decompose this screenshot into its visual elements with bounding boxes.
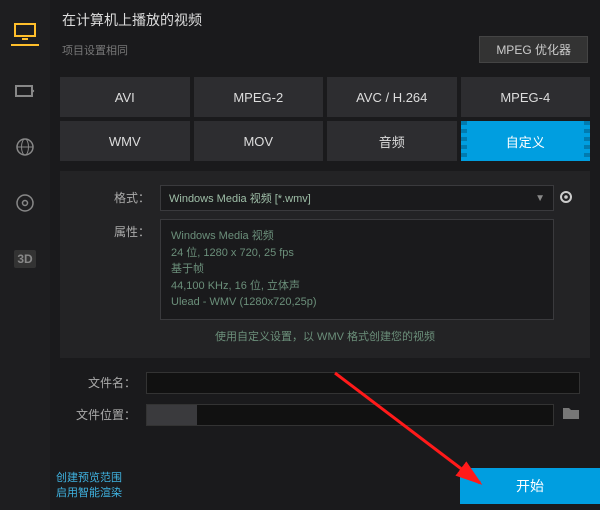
tab-avi[interactable]: AVI bbox=[60, 77, 190, 117]
sidebar-item-computer[interactable] bbox=[11, 24, 39, 46]
disc-icon bbox=[15, 193, 35, 213]
browse-folder-button[interactable] bbox=[562, 406, 580, 423]
sidebar-item-web[interactable] bbox=[11, 136, 39, 158]
footer-opt-smartrender[interactable]: 启用智能渲染 bbox=[56, 486, 122, 501]
folder-icon bbox=[562, 406, 580, 420]
filelocation-label: 文件位置： bbox=[70, 406, 146, 423]
filename-input[interactable] bbox=[146, 372, 580, 394]
format-select-value: Windows Media 视频 [*.wmv] bbox=[169, 190, 535, 206]
header: 在计算机上播放的视频 项目设置相同 MPEG 优化器 bbox=[50, 0, 600, 77]
mpeg-optimizer-button[interactable]: MPEG 优化器 bbox=[479, 36, 588, 63]
file-section: 文件名： 文件位置： bbox=[50, 368, 600, 442]
filename-label: 文件名： bbox=[70, 374, 146, 391]
panel-hint: 使用自定义设置，以 WMV 格式创建您的视频 bbox=[72, 328, 578, 344]
tab-custom[interactable]: 自定义 bbox=[461, 121, 591, 161]
filelocation-input[interactable] bbox=[146, 404, 554, 426]
format-label: 格式： bbox=[72, 185, 160, 206]
tab-wmv[interactable]: WMV bbox=[60, 121, 190, 161]
sidebar-item-3d[interactable]: 3D bbox=[11, 248, 39, 270]
main-panel: 在计算机上播放的视频 项目设置相同 MPEG 优化器 AVI MPEG-2 AV… bbox=[50, 0, 600, 510]
sidebar-item-device[interactable] bbox=[11, 80, 39, 102]
header-subtitle: 项目设置相同 bbox=[62, 42, 128, 58]
tab-avc[interactable]: AVC / H.264 bbox=[327, 77, 457, 117]
dropdown-arrow-icon: ▼ bbox=[535, 193, 545, 204]
tab-mpeg4[interactable]: MPEG-4 bbox=[461, 77, 591, 117]
3d-icon: 3D bbox=[14, 250, 35, 268]
phone-icon bbox=[14, 82, 36, 100]
sidebar: 3D bbox=[0, 0, 50, 510]
tab-audio[interactable]: 音频 bbox=[327, 121, 457, 161]
footer-options: 创建预览范围 启用智能渲染 bbox=[56, 471, 122, 502]
page-title: 在计算机上播放的视频 bbox=[62, 10, 588, 30]
attributes-label: 属性： bbox=[72, 219, 160, 240]
monitor-icon bbox=[13, 22, 37, 42]
sidebar-item-disc[interactable] bbox=[11, 192, 39, 214]
tab-mpeg2[interactable]: MPEG-2 bbox=[194, 77, 324, 117]
start-button[interactable]: 开始 bbox=[460, 468, 600, 504]
attributes-box: Windows Media 视频 24 位, 1280 x 720, 25 fp… bbox=[160, 219, 554, 320]
globe-icon bbox=[15, 137, 35, 157]
gear-icon bbox=[558, 189, 574, 205]
format-tabs: AVI MPEG-2 AVC / H.264 MPEG-4 WMV MOV 音频… bbox=[50, 77, 600, 161]
format-select[interactable]: Windows Media 视频 [*.wmv] ▼ bbox=[160, 185, 554, 211]
footer: 创建预览范围 启用智能渲染 开始 bbox=[50, 462, 600, 510]
footer-opt-preview[interactable]: 创建预览范围 bbox=[56, 471, 122, 486]
format-settings-button[interactable] bbox=[554, 185, 578, 209]
settings-panel: 格式： Windows Media 视频 [*.wmv] ▼ 属性： Windo… bbox=[60, 171, 590, 358]
tab-mov[interactable]: MOV bbox=[194, 121, 324, 161]
